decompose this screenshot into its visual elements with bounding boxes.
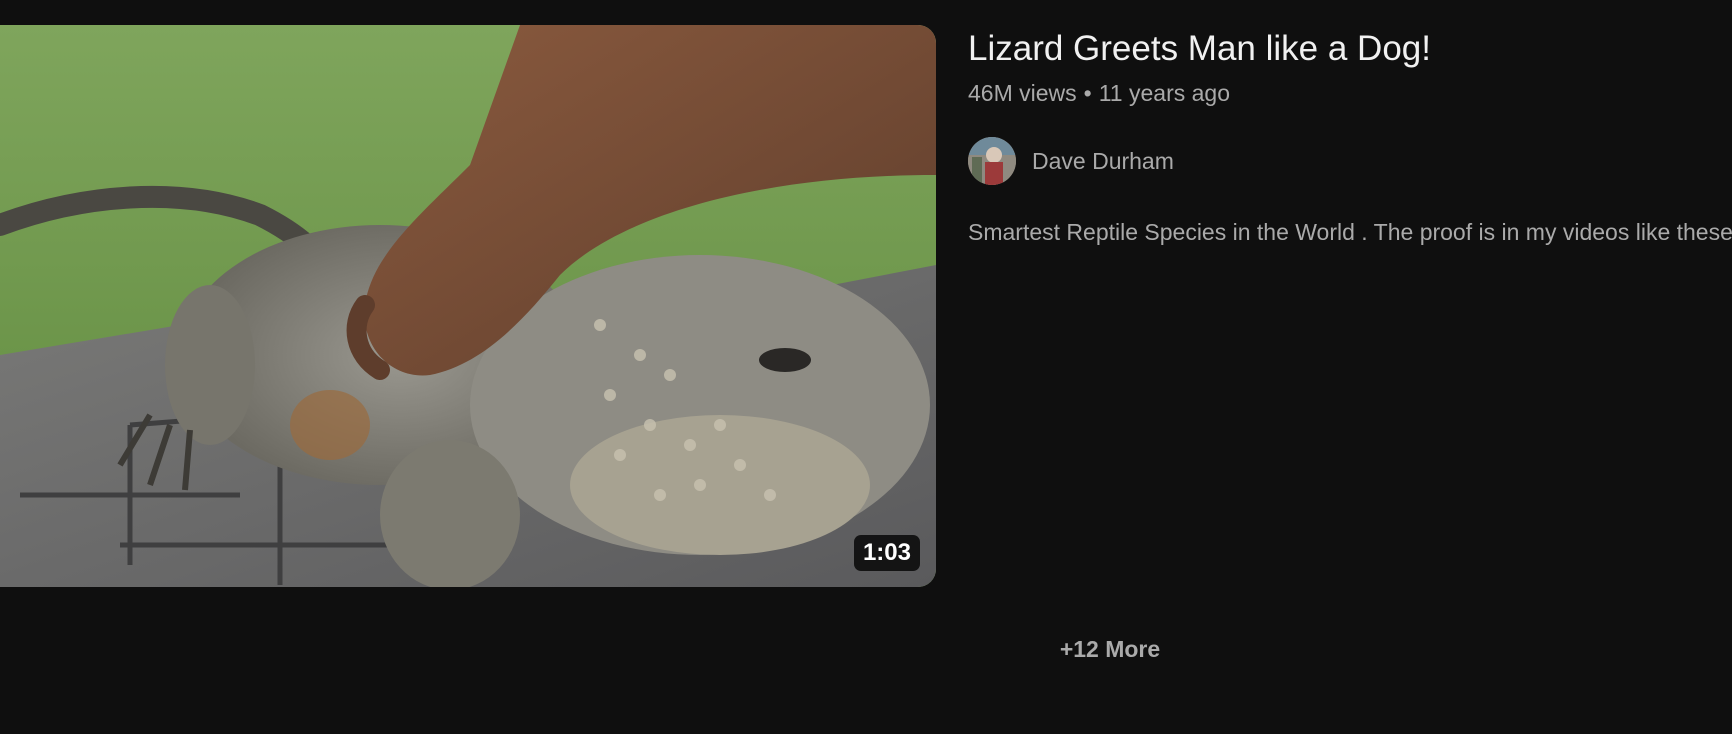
show-more-button[interactable]: +12 More [1040,636,1180,663]
channel-name[interactable]: Dave Durham [1032,148,1174,175]
avatar-image [968,137,1016,185]
thumbnail-image [0,25,936,587]
video-result[interactable]: 1:03 Lizard Greets Man like a Dog! 46M v… [0,25,1732,587]
meta-separator: • [1083,80,1092,106]
upload-age: 11 years ago [1098,80,1230,106]
channel-info[interactable]: Dave Durham [968,137,1174,185]
duration-badge: 1:03 [853,535,920,571]
video-thumbnail[interactable]: 1:03 [0,25,936,587]
channel-avatar[interactable] [968,137,1016,185]
video-info: Lizard Greets Man like a Dog! 46M views •… [968,25,1732,587]
video-metadata: 46M views • 11 years ago [968,80,1230,107]
view-count: 46M views [968,80,1077,106]
video-title[interactable]: Lizard Greets Man like a Dog! [968,29,1431,69]
video-description: Smartest Reptile Species in the World . … [968,219,1732,245]
